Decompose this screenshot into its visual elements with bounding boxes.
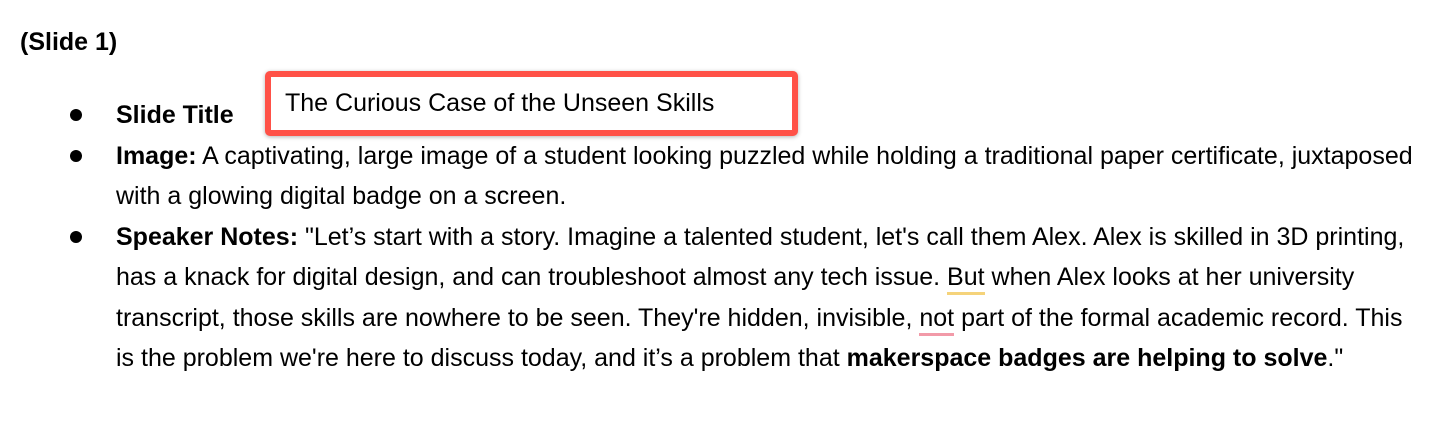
bullet-dot xyxy=(70,109,82,121)
slide-title-highlight-box[interactable]: The Curious Case of the Unseen Skills xyxy=(265,71,798,136)
image-label: Image: xyxy=(116,141,197,170)
bullet-dot xyxy=(70,149,82,162)
grammar-suggestion-word[interactable]: But xyxy=(947,263,985,295)
bullet-speaker-notes: Speaker Notes: "Let’s start with a story… xyxy=(0,217,1416,379)
bullet-list: Slide Title Image: A captivating, large … xyxy=(0,95,1446,379)
bullet-dot xyxy=(70,230,82,243)
image-description: A captivating, large image of a student … xyxy=(116,141,1413,211)
speaker-notes-label: Speaker Notes: xyxy=(116,222,299,251)
slide-heading: (Slide 1) xyxy=(20,28,118,56)
speaker-notes-emphasis: makerspace badges are helping to solve xyxy=(846,344,1328,372)
slide-title-label: Slide Title xyxy=(116,101,234,129)
bullet-image: Image: A captivating, large image of a s… xyxy=(0,136,1416,217)
spelling-suggestion-word[interactable]: not xyxy=(919,303,955,336)
speaker-notes-text: ." xyxy=(1327,344,1344,372)
slide-title-value: The Curious Case of the Unseen Skills xyxy=(285,89,715,117)
